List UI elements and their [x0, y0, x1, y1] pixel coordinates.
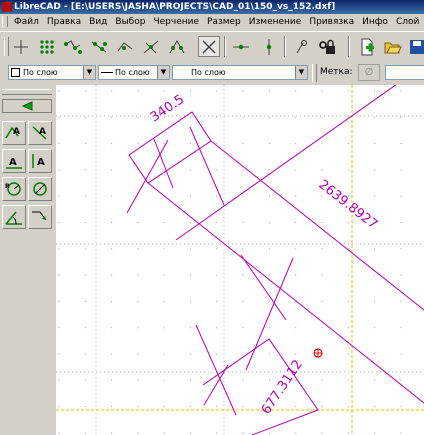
menu-file[interactable]: Файл [10, 14, 43, 31]
dim-text-vertical-button[interactable]: A [28, 149, 52, 173]
menu-view[interactable]: Вид [85, 14, 111, 31]
color-swatch [11, 68, 20, 77]
menu-modify[interactable]: Изменение [245, 14, 306, 31]
menu-draw[interactable]: Черчение [149, 14, 203, 31]
chevron-down-icon: ▼ [83, 66, 95, 79]
toolbar-grip [2, 36, 10, 57]
save-file-icon[interactable] [406, 36, 424, 57]
menu-edit[interactable]: Правка [43, 14, 85, 31]
svg-text:A: A [13, 127, 20, 137]
svg-text:A: A [9, 157, 17, 168]
radius-icon: R [5, 182, 21, 196]
dim-leader-button[interactable] [28, 205, 52, 229]
back-arrow-icon [21, 101, 33, 111]
snap-free-icon[interactable] [10, 36, 32, 57]
svg-text:A: A [37, 157, 45, 168]
pen-toolbar: По слою ▼ По слою ▼ По слою ▼ Метка: ∅ [0, 61, 424, 86]
label-caption: Метка: [320, 67, 353, 77]
svg-text:A: A [39, 127, 46, 137]
new-file-icon[interactable] [356, 36, 378, 57]
drawing-svg[interactable]: 340.5 2639.8927 677.3112 [56, 85, 424, 435]
text-icon: A [5, 126, 20, 139]
linetype-combo[interactable]: По слою ▼ [98, 65, 170, 80]
snap-center-icon[interactable] [114, 36, 136, 57]
text-icon: A [32, 154, 45, 168]
snap-on-entity-icon[interactable] [88, 36, 110, 57]
leader-icon [32, 211, 47, 221]
toolbar-grip [312, 64, 317, 82]
menu-bar: Файл Правка Вид Выбор Черчение Размер Изменени… [0, 14, 424, 31]
window-title: LibreCAD - [E:\USERS\JASHA\PROJECTS\CAD_… [14, 2, 336, 12]
text-icon: A [6, 157, 22, 169]
snap-marker-icon [313, 348, 323, 358]
color-combo[interactable]: По слою ▼ [8, 65, 96, 80]
menu-layer[interactable]: Слой [392, 14, 423, 31]
restrict-vertical-icon[interactable] [258, 36, 280, 57]
dim-text-align-button[interactable]: A [28, 121, 52, 145]
snap-grid-icon[interactable] [36, 36, 58, 57]
lock-relative-zero-icon[interactable] [316, 36, 338, 57]
label-input[interactable] [385, 65, 424, 80]
menu-snap[interactable]: Привязка [305, 14, 358, 31]
menu-select[interactable]: Выбор [111, 14, 149, 31]
chevron-down-icon: ▼ [157, 66, 169, 79]
open-file-icon[interactable] [382, 36, 404, 57]
color-value: По слою [23, 68, 58, 77]
menu-grip [2, 16, 8, 27]
back-button[interactable] [2, 99, 52, 113]
linewidth-value: По слою [191, 68, 226, 77]
drawing-canvas[interactable]: 340.5 2639.8927 677.3112 [56, 85, 424, 435]
angle-icon [5, 211, 22, 225]
title-bar: LibreCAD - [E:\USERS\JASHA\PROJECTS\CAD_… [0, 0, 424, 14]
snap-distance-icon[interactable] [166, 36, 188, 57]
snap-toolbar [0, 31, 424, 62]
empty-set-icon: ∅ [364, 67, 374, 78]
toolbar-separator [348, 36, 350, 57]
linetype-value: По слою [115, 68, 150, 77]
toolbar-separator [284, 36, 286, 57]
panel-grip [2, 89, 52, 95]
tool-panel: A A A A R [0, 85, 57, 435]
chevron-down-icon: ▼ [295, 66, 307, 79]
app-icon [2, 2, 12, 12]
snap-endpoint-icon[interactable] [62, 36, 84, 57]
dim-angular-button[interactable] [2, 205, 26, 229]
dim-text-angle-button[interactable]: A [2, 121, 26, 145]
linewidth-combo[interactable]: По слою ▼ [172, 65, 308, 80]
dim-diameter-button[interactable] [28, 177, 52, 201]
menu-info[interactable]: Инфо [358, 14, 392, 31]
snap-intersection-icon[interactable] [198, 36, 220, 57]
restrict-horizontal-icon[interactable] [230, 36, 252, 57]
diameter-icon [33, 182, 47, 196]
relative-zero-icon[interactable] [290, 36, 312, 57]
dim-text-horizontal-button[interactable]: A [2, 149, 26, 173]
clear-label-button[interactable]: ∅ [358, 64, 380, 81]
toolbar-separator [224, 36, 226, 57]
menu-dimension[interactable]: Размер [203, 14, 245, 31]
svg-text:R: R [5, 183, 10, 190]
linetype-sample [101, 72, 113, 73]
grid-dots [56, 85, 424, 435]
dim-radius-button[interactable]: R [2, 177, 26, 201]
text-icon: A [32, 126, 47, 140]
snap-middle-icon[interactable] [140, 36, 162, 57]
